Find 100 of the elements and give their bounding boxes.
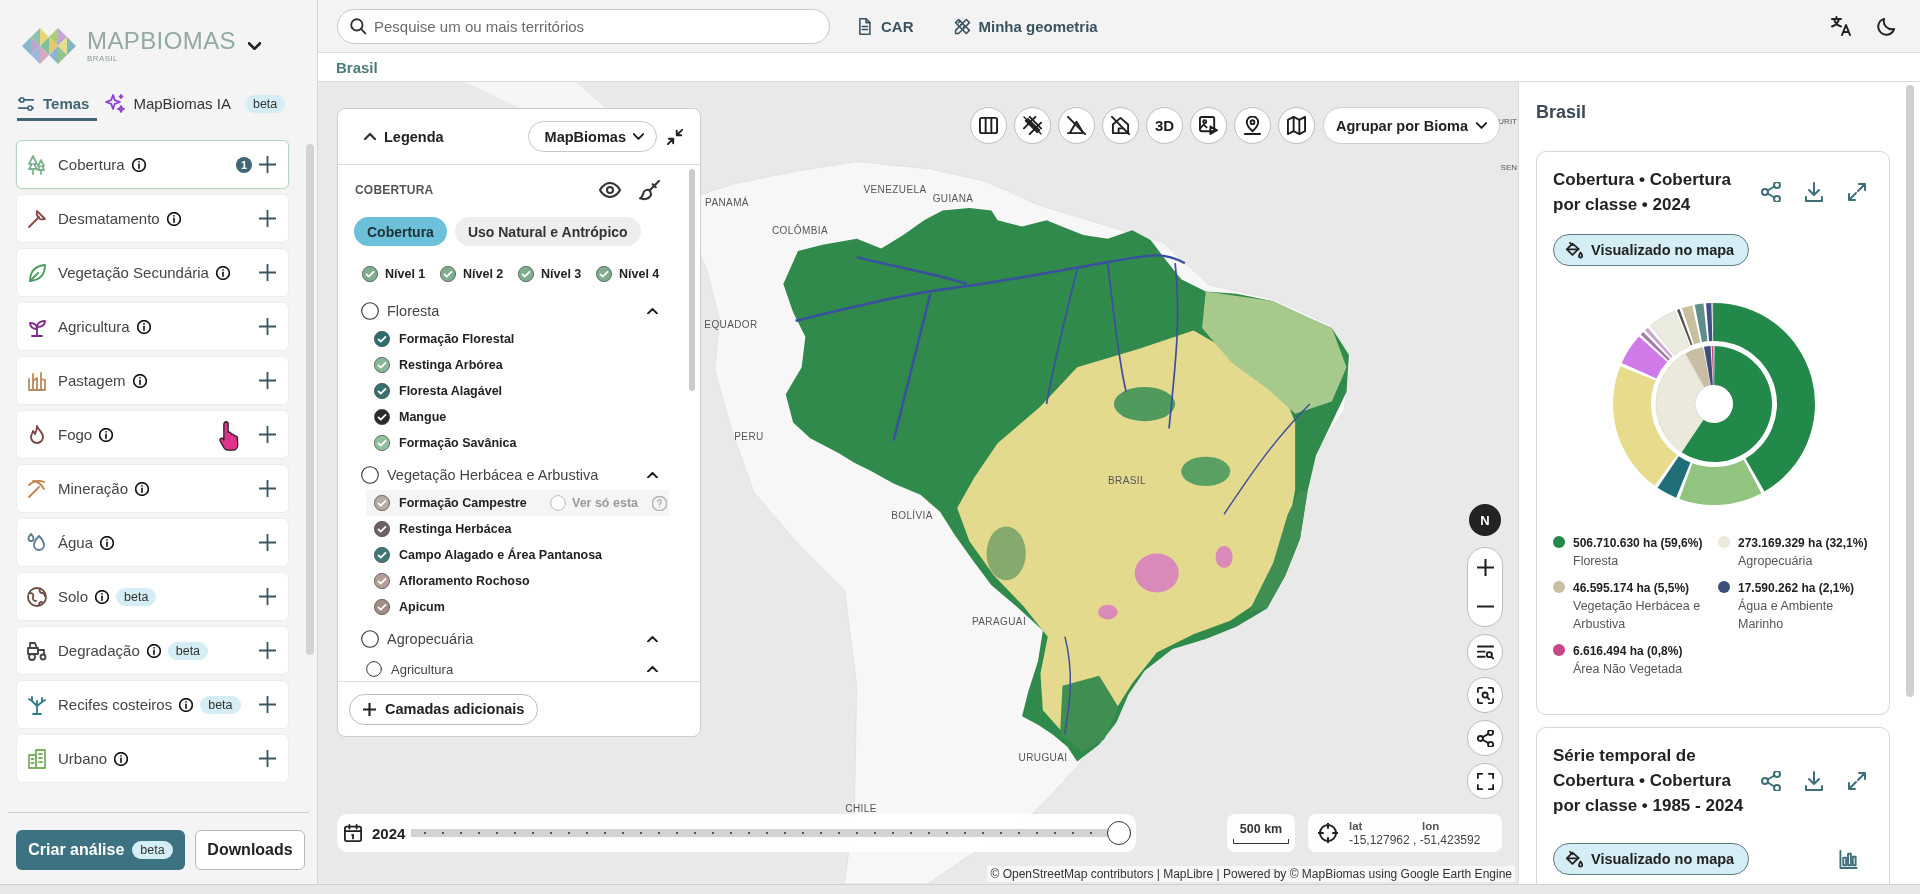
info-icon[interactable]	[132, 373, 147, 388]
timeline-thumb[interactable]	[1107, 821, 1131, 845]
class-label: Formação Florestal	[399, 332, 515, 346]
map-visibility-chip[interactable]: Visualizado no mapa	[1553, 234, 1750, 266]
theme-item[interactable]: Vegetação Secundária	[16, 248, 289, 297]
plus-icon[interactable]	[259, 156, 276, 173]
downloads-button[interactable]: Downloads	[195, 830, 305, 870]
info-icon[interactable]	[135, 481, 150, 496]
sidebar-tab[interactable]: Temas	[17, 92, 98, 121]
map-visibility-chip[interactable]: Visualizado no mapa	[1553, 843, 1750, 875]
group-label: Floresta	[387, 303, 440, 319]
plus-icon[interactable]	[259, 750, 276, 767]
radio-icon[interactable]	[361, 466, 379, 484]
theme-item[interactable]: Urbano	[16, 734, 289, 783]
nav-link[interactable]: Minha geometria	[953, 17, 1098, 35]
group-by-dropdown[interactable]: Agrupar por Bioma	[1323, 107, 1500, 144]
info-icon[interactable]	[99, 427, 114, 442]
nav-link[interactable]: CAR	[856, 17, 914, 35]
expand-icon[interactable]	[1847, 770, 1867, 791]
radio-icon[interactable]	[361, 630, 379, 648]
plus-icon[interactable]	[259, 696, 276, 713]
scrollbar[interactable]	[689, 169, 695, 391]
bar-chart-icon[interactable]	[1839, 849, 1858, 869]
beta-tag: beta	[167, 641, 209, 660]
plus-icon[interactable]	[259, 372, 276, 389]
theme-item[interactable]: Recifes costeiros beta	[16, 680, 289, 729]
scrollbar[interactable]	[306, 144, 314, 655]
view-tab[interactable]: Uso Natural e Antrópico	[454, 217, 641, 246]
map-label: SEN	[1500, 162, 1518, 172]
plus-icon[interactable]	[259, 534, 276, 551]
translate-icon[interactable]	[1831, 16, 1851, 36]
info-icon[interactable]	[179, 697, 194, 712]
minimize-icon[interactable]	[667, 128, 683, 145]
search-field[interactable]: Pesquise um ou mais territórios	[337, 8, 830, 44]
create-analysis-button[interactable]: Criar análise beta	[16, 830, 185, 870]
info-icon[interactable]	[136, 319, 151, 334]
info-icon[interactable]	[95, 589, 110, 604]
plus-icon[interactable]	[259, 210, 276, 227]
section-title: COBERTURA	[355, 183, 434, 197]
chevron-up-icon[interactable]	[364, 132, 376, 141]
plus-icon[interactable]	[259, 588, 276, 605]
plus-icon[interactable]	[259, 480, 276, 497]
plus-icon[interactable]	[259, 642, 276, 659]
legend-label: Vegetação Herbácea e Arbustiva	[1573, 598, 1702, 633]
radio-icon[interactable]	[550, 495, 566, 511]
theme-item[interactable]: Pastagem	[16, 356, 289, 405]
info-icon[interactable]	[131, 157, 146, 172]
info-icon[interactable]	[114, 751, 129, 766]
info-icon[interactable]	[215, 265, 230, 280]
theme-item[interactable]: Água	[16, 518, 289, 567]
hand-cursor-icon	[217, 421, 241, 451]
theme-item[interactable]: Solo beta	[16, 572, 289, 621]
view-tab[interactable]: Cobertura	[354, 217, 447, 246]
info-icon[interactable]	[100, 535, 115, 550]
theme-item[interactable]: Agricultura	[16, 302, 289, 351]
legend-value: 506.710.630 ha (59,6%)	[1573, 535, 1703, 552]
map-label: GUIANA	[932, 192, 974, 204]
download-icon[interactable]	[1804, 182, 1824, 202]
theme-item[interactable]: Desmatamento	[16, 194, 289, 243]
download-icon[interactable]	[1804, 770, 1824, 791]
info-icon[interactable]	[146, 643, 161, 658]
sidebar-tab[interactable]: MapBiomas IA beta	[105, 92, 294, 121]
moon-icon[interactable]	[1877, 16, 1896, 36]
legend-title: Legenda	[384, 128, 444, 145]
flame-icon	[27, 424, 47, 445]
share-icon[interactable]	[1761, 182, 1781, 202]
plus-icon[interactable]	[259, 426, 276, 443]
chevron-up-icon[interactable]	[647, 471, 658, 479]
logo-wordmark: MAPBIOMAS	[87, 29, 236, 53]
add-layers-button[interactable]: Camadas adicionais	[349, 693, 539, 725]
expand-icon[interactable]	[1847, 182, 1867, 202]
plus-icon[interactable]	[259, 264, 276, 281]
paint-brush-icon[interactable]	[639, 179, 660, 201]
info-icon[interactable]	[166, 211, 181, 226]
breadcrumb-link[interactable]: Brasil	[336, 58, 378, 76]
eye-icon[interactable]	[599, 179, 621, 201]
map-label: VENEZUELA	[863, 183, 927, 195]
paint-bucket-icon	[1566, 850, 1583, 868]
radio-icon[interactable]	[366, 661, 382, 677]
plus-icon[interactable]	[259, 318, 276, 335]
source-dropdown[interactable]: MapBiomas	[527, 121, 657, 152]
chevron-down-icon[interactable]	[247, 42, 261, 50]
scrollbar[interactable]	[1906, 85, 1914, 697]
beta-tag: beta	[116, 587, 157, 606]
group-label: Agropecuária	[387, 631, 474, 647]
paint-bucket-icon	[1566, 241, 1583, 259]
theme-item[interactable]: Degradação beta	[16, 626, 289, 675]
chevron-up-icon[interactable]	[647, 307, 658, 315]
theme-item[interactable]: Mineração	[16, 464, 289, 513]
theme-item[interactable]: Cobertura 1	[16, 140, 289, 189]
trees-icon	[27, 154, 47, 175]
plus-icon	[1476, 559, 1494, 576]
radio-icon[interactable]	[361, 302, 379, 320]
theme-item[interactable]: Fogo	[16, 410, 289, 459]
chevron-up-icon[interactable]	[647, 665, 658, 673]
share-icon[interactable]	[1761, 770, 1781, 791]
chevron-up-icon[interactable]	[647, 635, 658, 643]
map-label: EQUADOR	[704, 318, 758, 330]
map-label: PANAMÁ	[705, 196, 749, 208]
class-label: Campo Alagado e Área Pantanosa	[399, 548, 603, 562]
